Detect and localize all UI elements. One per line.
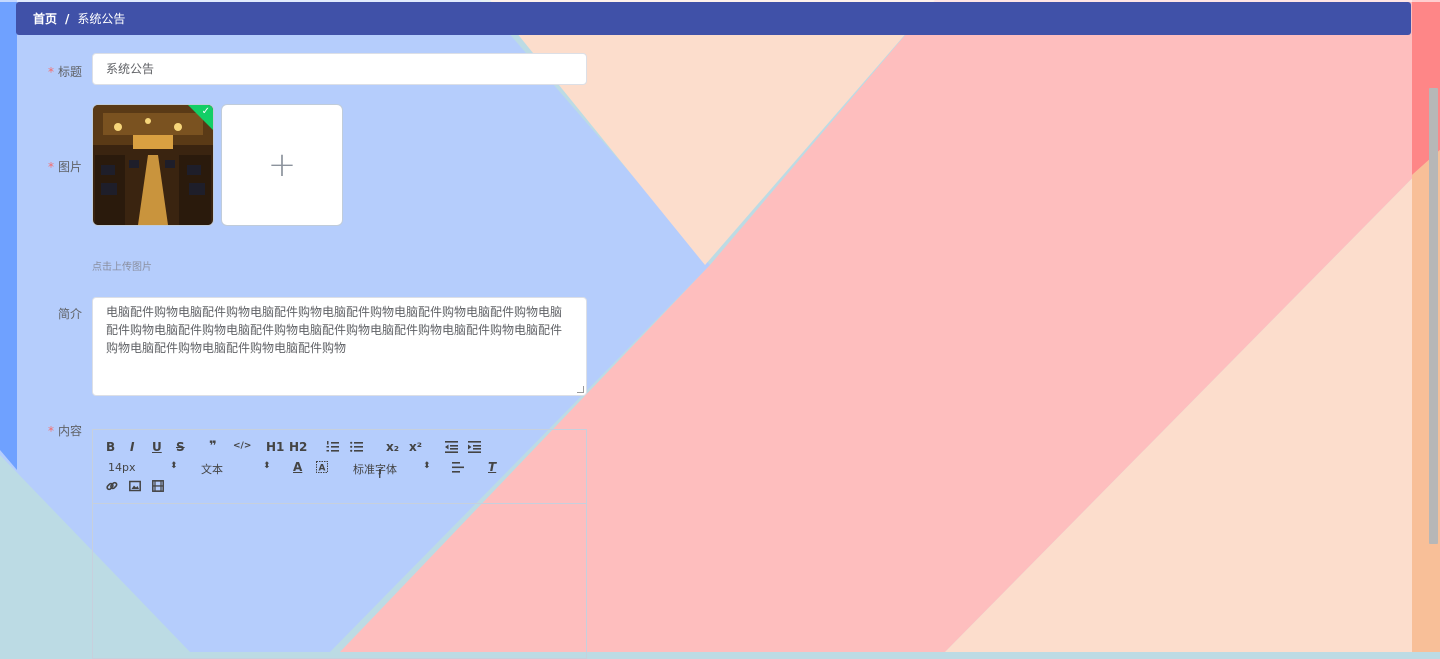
strike-button[interactable]: S [176, 440, 185, 454]
h1-button[interactable]: H1 [266, 440, 284, 454]
font-size-select[interactable]: 14px [108, 461, 136, 474]
chevron-updown-icon: ⬍ [423, 461, 431, 471]
indent-icon[interactable] [468, 441, 481, 453]
image-label: * 图片 [47, 160, 82, 174]
uploaded-image [93, 105, 213, 225]
scrollbar-thumb[interactable] [1429, 88, 1438, 544]
required-mark: * [47, 65, 54, 79]
check-icon: ✓ [201, 106, 210, 117]
chevron-updown-icon: ⬍ [170, 461, 178, 471]
intro-textarea[interactable]: 电脑配件购物电脑配件购物电脑配件购物电脑配件购物电脑配件购物电脑配件购物电脑配件… [92, 297, 587, 396]
ordered-list-icon[interactable] [326, 441, 339, 453]
required-mark: * [47, 424, 54, 438]
font-color-icon[interactable]: A [293, 460, 302, 474]
uploaded-image-thumbnail[interactable]: ✓ [92, 104, 214, 226]
link-icon[interactable] [106, 480, 118, 492]
font-family-select[interactable]: 标准字体 [353, 461, 397, 477]
bold-button[interactable]: B [106, 440, 115, 454]
notice-form: * 标题 系统公告 * 图片 ✓ + 点击上传图片 简介 电脑配件购物电脑配件购… [0, 0, 1440, 659]
h2-button[interactable]: H2 [289, 440, 307, 454]
blockquote-button[interactable]: ❞ [209, 439, 217, 454]
code-block-button[interactable]: </> [233, 441, 251, 451]
image-icon[interactable] [129, 480, 141, 492]
clear-format-icon[interactable]: T [488, 460, 496, 474]
required-mark: * [47, 160, 54, 174]
video-icon[interactable] [152, 480, 164, 492]
intro-text: 电脑配件购物电脑配件购物电脑配件购物电脑配件购物电脑配件购物电脑配件购物电脑配件… [106, 305, 563, 355]
rich-text-editor: B I U S ❞ </> H1 H2 x₂ x² 14px ⬍ 文本 ⬍ A … [92, 429, 587, 659]
intro-label: 简介 [57, 307, 82, 321]
svg-text:A: A [319, 464, 326, 474]
plus-icon: + [267, 145, 297, 185]
italic-button[interactable]: I [130, 440, 134, 454]
outdent-icon[interactable] [445, 441, 458, 453]
text-cursor-icon: I [378, 467, 382, 481]
underline-button[interactable]: U [152, 440, 162, 454]
title-label: * 标题 [47, 65, 82, 79]
header-type-select[interactable]: 文本 [201, 461, 223, 477]
upload-image-button[interactable]: + [221, 104, 343, 226]
bullet-list-icon[interactable] [350, 441, 363, 453]
resize-handle-icon[interactable] [577, 386, 584, 393]
chevron-updown-icon: ⬍ [263, 461, 271, 471]
title-input[interactable]: 系统公告 [92, 53, 587, 85]
superscript-button[interactable]: x² [409, 440, 422, 454]
subscript-button[interactable]: x₂ [386, 440, 399, 454]
content-label: * 内容 [47, 424, 82, 438]
editor-toolbar: B I U S ❞ </> H1 H2 x₂ x² 14px ⬍ 文本 ⬍ A … [93, 430, 586, 504]
upload-tip: 点击上传图片 [92, 262, 152, 273]
background-color-icon[interactable]: A [316, 461, 328, 473]
align-left-icon[interactable] [452, 462, 464, 473]
